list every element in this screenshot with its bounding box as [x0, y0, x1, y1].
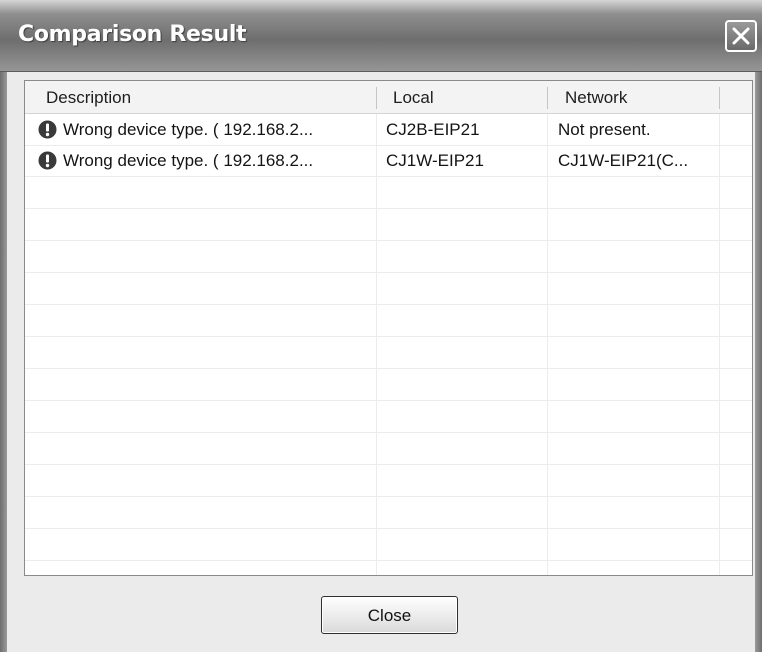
grid-line	[25, 464, 752, 465]
grid-line	[25, 432, 752, 433]
column-header-network[interactable]: Network	[565, 81, 715, 114]
table-row[interactable]: Wrong device type. ( 192.168.2... CJ1W-E…	[25, 145, 752, 176]
table-row[interactable]: Wrong device type. ( 192.168.2... CJ2B-E…	[25, 114, 752, 145]
column-separator[interactable]	[719, 87, 720, 109]
close-icon	[732, 27, 750, 45]
description-cell: Wrong device type. ( 192.168.2...	[63, 151, 314, 170]
grid-line	[25, 528, 752, 529]
network-cell: CJ1W-EIP21(C...	[558, 151, 689, 170]
local-cell: CJ1W-EIP21	[386, 151, 484, 170]
title-bar[interactable]: Comparison Result	[0, 0, 762, 72]
grid-line	[25, 560, 752, 561]
grid-line	[25, 272, 752, 273]
grid-line	[25, 336, 752, 337]
list-header: Description Local Network	[25, 81, 752, 114]
column-header-description[interactable]: Description	[46, 81, 376, 114]
grid-line	[25, 400, 752, 401]
column-header-local[interactable]: Local	[393, 81, 543, 114]
grid-line	[719, 114, 720, 575]
grid-line	[376, 114, 377, 575]
close-button[interactable]: Close	[321, 596, 458, 634]
window-frame-left	[0, 72, 7, 652]
network-cell: Not present.	[558, 120, 651, 139]
grid-line	[25, 304, 752, 305]
grid-line	[25, 368, 752, 369]
grid-line	[25, 240, 752, 241]
comparison-list[interactable]: Description Local Network Wrong device t…	[24, 80, 753, 576]
comparison-result-dialog: Comparison Result Description Local Netw…	[0, 0, 762, 652]
warning-icon	[38, 151, 57, 170]
column-separator[interactable]	[376, 87, 377, 109]
grid-line	[25, 496, 752, 497]
warning-icon	[38, 120, 57, 139]
grid-line	[547, 114, 548, 575]
grid-line	[25, 176, 752, 177]
dialog-title: Comparison Result	[18, 22, 247, 47]
description-cell: Wrong device type. ( 192.168.2...	[63, 120, 314, 139]
column-separator[interactable]	[547, 87, 548, 109]
grid-line	[25, 208, 752, 209]
local-cell: CJ2B-EIP21	[386, 120, 480, 139]
window-frame-right	[755, 72, 762, 652]
title-close-button[interactable]	[725, 20, 757, 52]
